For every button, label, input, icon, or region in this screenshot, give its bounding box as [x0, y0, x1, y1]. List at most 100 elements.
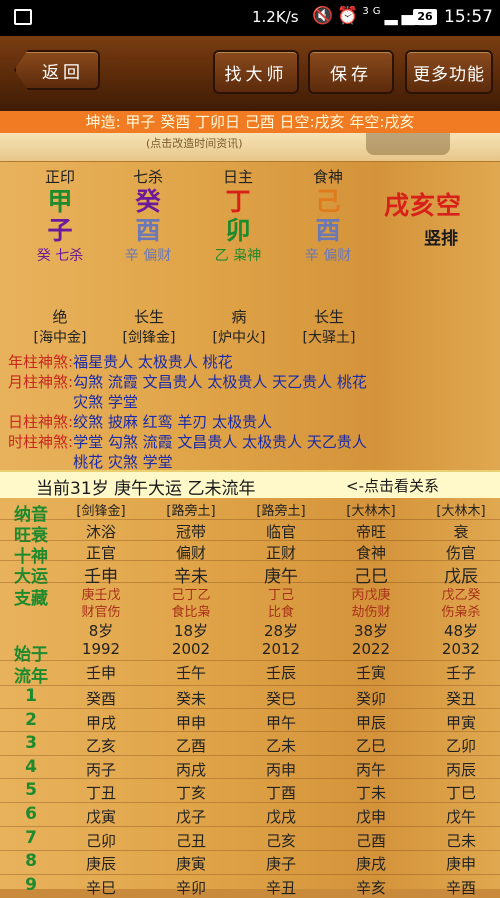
pillar-gan: 丁 [225, 187, 251, 216]
luck-nayin: [大林木] [436, 504, 486, 519]
luck-wangshuai: 冠带 [175, 523, 206, 541]
liunian-year-cell[interactable]: 辛酉 [416, 877, 500, 898]
empty-branches: 戌亥空 [384, 191, 463, 220]
liunian-year-cell[interactable]: 乙亥 [56, 735, 146, 756]
luck-age: 38岁 [353, 622, 389, 640]
liunian-year-cell[interactable]: 甲寅 [416, 712, 500, 733]
find-master-button[interactable]: 找大师 [213, 50, 299, 94]
liunian-year-cell[interactable]: 甲午 [236, 712, 326, 733]
pillar-shishen: 七杀 [132, 168, 163, 186]
liunian-year-cell[interactable]: 庚戌 [326, 853, 416, 874]
liunian-year-cell[interactable]: 乙卯 [416, 735, 500, 756]
nayin-value: [剑锋金] [122, 330, 176, 346]
liunian-year-cell[interactable]: 丙子 [56, 759, 146, 780]
liunian-year-cell[interactable]: 丙申 [236, 759, 326, 780]
pillar-gan: 甲 [47, 187, 73, 216]
row-divider [0, 519, 500, 520]
year-index: 9 [25, 874, 37, 895]
mute-icon: 🔇 [312, 6, 338, 26]
year-index: 8 [25, 851, 37, 872]
pillar-shishen: 食神 [312, 168, 343, 186]
pillar-zhi: 子 [47, 216, 73, 245]
liunian-year-cell[interactable]: 乙未 [236, 735, 326, 756]
liunian-year-cell[interactable]: 己未 [416, 830, 500, 851]
liunian-year-cell[interactable]: 乙酉 [146, 735, 236, 756]
liunian-year-cell[interactable]: 丁丑 [56, 782, 146, 803]
liunian-year-cell[interactable]: 戊申 [326, 806, 416, 827]
pillar-month[interactable]: 七杀 癸 酉 辛 偏财 [118, 166, 178, 265]
luck-liunian: 壬寅 [355, 664, 386, 682]
battery-icon: 26 [413, 9, 437, 25]
chart-title: 坤造: 甲子 癸酉 丁卯日 己酉 日空:戌亥 年空:戌亥 [0, 111, 500, 133]
liunian-year-cell[interactable]: 戊戌 [236, 806, 326, 827]
luck-shishen: 偏财 [175, 544, 206, 562]
liunian-year-cell[interactable]: 庚寅 [146, 853, 236, 874]
back-button[interactable]: 返回 [14, 50, 100, 90]
row-label-liunian: 流年 [14, 667, 48, 687]
view-relations-link[interactable]: <-点击看关系 [346, 475, 439, 496]
save-button[interactable]: 保存 [308, 50, 394, 94]
shensha-month: 月柱神煞:勾煞 流霞 文昌贵人 太极贵人 天乙贵人 桃花 月柱神煞:灾煞 学堂 [8, 373, 367, 411]
liunian-year-cell[interactable]: 辛卯 [146, 877, 236, 898]
luck-liunian: 壬子 [445, 664, 476, 682]
pillar-shishen: 日主 [222, 168, 253, 186]
current-luck-text: 当前31岁 庚午大运 乙未流年 [36, 479, 256, 499]
liunian-year-cell[interactable]: 庚子 [236, 853, 326, 874]
liunian-year-cell[interactable]: 戊寅 [56, 806, 146, 827]
vertical-layout-button[interactable]: 竖排 [424, 224, 458, 249]
liunian-year-cell[interactable]: 己酉 [326, 830, 416, 851]
luck-age: 28岁 [263, 622, 299, 640]
pillar-year[interactable]: 正印 甲 子 癸 七杀 [30, 166, 90, 265]
liunian-year-cell[interactable]: 丙戌 [146, 759, 236, 780]
nayin-state: 绝 [52, 308, 68, 326]
luck-shishen: 正官 [85, 544, 116, 562]
liunian-year-cell[interactable]: 丁未 [326, 782, 416, 803]
liunian-year-cell[interactable]: 丁亥 [146, 782, 236, 803]
luck-start: 2002 [171, 640, 211, 658]
pillar-hour[interactable]: 食神 己 酉 辛 偏财 [298, 166, 358, 265]
liunian-year-cell[interactable]: 癸未 [146, 688, 236, 709]
liunian-year-cell[interactable]: 甲申 [146, 712, 236, 733]
liunian-year-cell[interactable]: 己亥 [236, 830, 326, 851]
liunian-year-cell[interactable]: 丁酉 [236, 782, 326, 803]
strip-button[interactable] [366, 133, 450, 155]
liunian-year-cell[interactable]: 戊午 [416, 806, 500, 827]
pillar-gan: 己 [315, 187, 341, 216]
liunian-year-cell[interactable]: 戊子 [146, 806, 236, 827]
more-functions-button[interactable]: 更多功能 [405, 50, 493, 94]
edit-time-strip[interactable]: (点击改造时间资讯) [0, 133, 500, 162]
pillar-zhi: 酉 [315, 216, 341, 245]
liunian-year-cell[interactable]: 辛丑 [236, 877, 326, 898]
luck-zhicang2: 财官伤 [81, 605, 121, 620]
edit-time-hint[interactable]: (点击改造时间资讯) [146, 135, 243, 151]
luck-nayin: [路旁土] [166, 504, 216, 519]
year-index: 3 [25, 733, 37, 754]
liunian-year-cell[interactable]: 丁巳 [416, 782, 500, 803]
liunian-year-cell[interactable]: 丙辰 [416, 759, 500, 780]
liunian-year-cell[interactable]: 庚申 [416, 853, 500, 874]
luck-wangshuai: 沐浴 [85, 523, 116, 541]
liunian-year-cell[interactable]: 己丑 [146, 830, 236, 851]
pillar-day[interactable]: 日主 丁 卯 乙 枭神 [208, 166, 268, 265]
luck-shishen: 食神 [355, 544, 386, 562]
liunian-year-cell[interactable]: 甲辰 [326, 712, 416, 733]
liunian-year-cell[interactable]: 乙巳 [326, 735, 416, 756]
liunian-year-cell[interactable]: 丙午 [326, 759, 416, 780]
network-speed: 1.2K/s [252, 8, 299, 26]
liunian-year-cell[interactable]: 庚辰 [56, 853, 146, 874]
current-luck-bar[interactable]: 当前31岁 庚午大运 乙未流年 <-点击看关系 [0, 470, 500, 500]
luck-start: 2022 [351, 640, 391, 658]
liunian-year-cell[interactable]: 癸丑 [416, 688, 500, 709]
liunian-year-cell[interactable]: 甲戌 [56, 712, 146, 733]
clock: 15:57 [444, 7, 493, 27]
liunian-year-cell[interactable]: 辛巳 [56, 877, 146, 898]
liunian-year-cell[interactable]: 己卯 [56, 830, 146, 851]
pillar-cang: 癸 七杀 [36, 248, 84, 264]
pillar-zhi: 酉 [135, 216, 161, 245]
liunian-year-cell[interactable]: 癸卯 [326, 688, 416, 709]
liunian-year-cell[interactable]: 癸巳 [236, 688, 326, 709]
year-index: 2 [25, 709, 37, 730]
liunian-year-cell[interactable]: 辛亥 [326, 877, 416, 898]
liunian-year-cell[interactable]: 癸酉 [56, 688, 146, 709]
nayin-state: 长生 [133, 308, 164, 326]
